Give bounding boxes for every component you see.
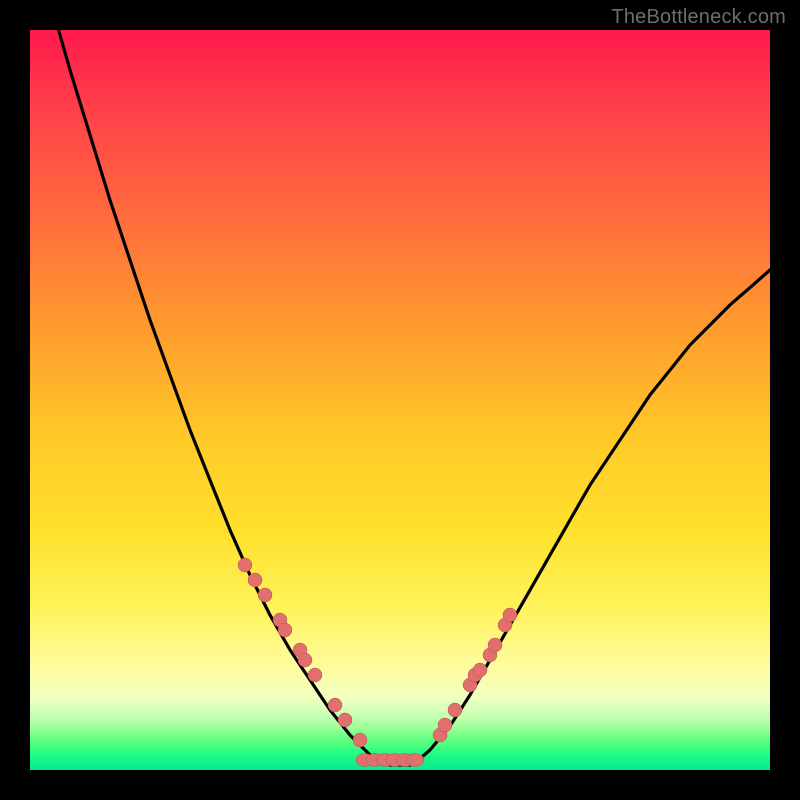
v-curve: [30, 30, 770, 765]
flat-bottom-markers: [356, 754, 424, 767]
marker-dot: [438, 718, 452, 732]
chart-svg: [30, 30, 770, 770]
marker-dot: [258, 588, 272, 602]
marker-dot: [503, 608, 517, 622]
marker-dot: [248, 573, 262, 587]
marker-dot: [278, 623, 292, 637]
marker-dot: [448, 703, 462, 717]
marker-dot: [488, 638, 502, 652]
curve-layer: [30, 30, 770, 765]
watermark-text: TheBottleneck.com: [611, 6, 786, 29]
marker-dot: [328, 698, 342, 712]
marker-dot: [238, 558, 252, 572]
marker-dot: [338, 713, 352, 727]
left-markers: [238, 558, 367, 747]
plot-area: [30, 30, 770, 770]
marker-dot: [406, 754, 424, 767]
right-markers: [433, 608, 517, 742]
marker-dot: [473, 663, 487, 677]
marker-dot: [353, 733, 367, 747]
image-frame: TheBottleneck.com: [0, 0, 800, 800]
marker-dot: [298, 653, 312, 667]
marker-dot: [308, 668, 322, 682]
